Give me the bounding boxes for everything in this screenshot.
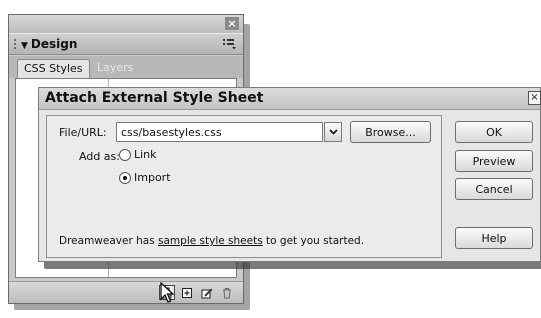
file-url-field[interactable]	[116, 122, 323, 142]
edit-style-icon[interactable]	[199, 285, 215, 300]
dialog-title: Attach External Style Sheet	[45, 90, 264, 106]
radio-link-option[interactable]: Link	[119, 148, 157, 161]
panel-topbar: ×	[9, 15, 243, 33]
grip-icon[interactable]	[13, 38, 17, 51]
close-icon[interactable]: ×	[225, 17, 239, 30]
mouse-pointer-icon	[160, 281, 176, 304]
dialog-titlebar[interactable]: Attach External Style Sheet ×	[39, 88, 541, 110]
cancel-button[interactable]: Cancel	[455, 178, 533, 200]
panel-title-label: Design	[30, 37, 78, 51]
tab-layers[interactable]: Layers	[91, 59, 139, 78]
panel-footer	[9, 281, 243, 303]
ok-button[interactable]: OK	[455, 121, 533, 143]
panel-titlebar[interactable]: ▼ Design	[9, 33, 243, 55]
add-as-label: Add as:	[79, 150, 120, 163]
triangle-down-icon[interactable]: ▼	[21, 41, 28, 51]
chevron-down-icon[interactable]	[324, 122, 342, 142]
radio-import-option[interactable]: Import	[119, 171, 171, 184]
screen: × ▼ Design CSS Styles Layers Attach Exte…	[0, 0, 541, 318]
help-button[interactable]: Help	[455, 227, 533, 249]
radio-import-label[interactable]: Import	[134, 171, 171, 184]
sample-style-sheets-link[interactable]: sample style sheets	[158, 235, 263, 247]
file-url-label: File/URL:	[59, 126, 107, 139]
radio-link-label[interactable]: Link	[134, 148, 157, 161]
panel-title[interactable]: ▼ Design	[21, 37, 77, 51]
help-text-before: Dreamweaver has	[59, 235, 159, 247]
panel-tabs: CSS Styles Layers	[9, 56, 243, 78]
help-text-after: to get you started.	[262, 235, 365, 247]
tab-css-styles[interactable]: CSS Styles	[17, 59, 90, 78]
radio-import[interactable]	[119, 171, 131, 184]
help-text: Dreamweaver has sample style sheets to g…	[59, 235, 364, 247]
browse-button[interactable]: Browse...	[350, 121, 431, 143]
attach-style-sheet-dialog: Attach External Style Sheet × File/URL: …	[38, 87, 541, 262]
close-icon[interactable]: ×	[528, 91, 541, 105]
new-css-rule-icon[interactable]	[179, 285, 195, 300]
dialog-content: File/URL: Browse... Add as: Link Import …	[46, 115, 442, 258]
options-menu-icon[interactable]	[223, 38, 237, 50]
trash-icon[interactable]	[219, 285, 235, 300]
radio-link[interactable]	[119, 148, 131, 161]
preview-button[interactable]: Preview	[455, 150, 533, 172]
